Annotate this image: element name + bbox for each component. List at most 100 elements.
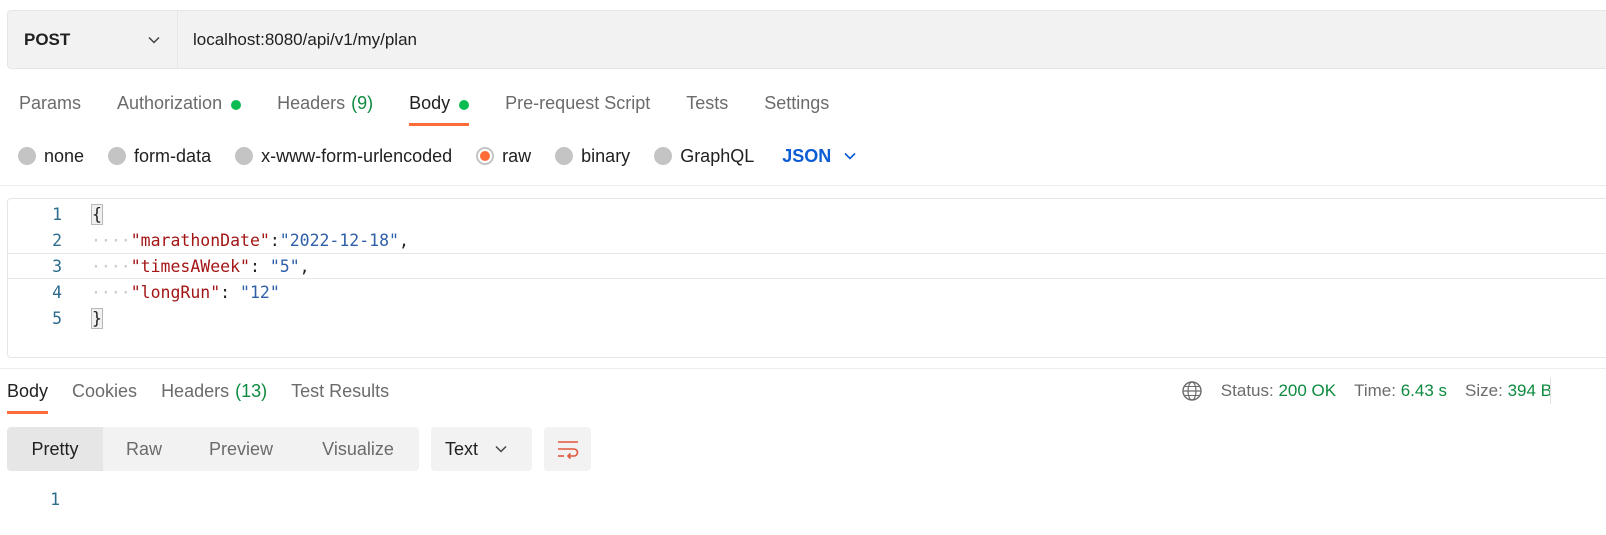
tab-label: Cookies [72, 381, 138, 401]
radio-x-www-form-urlencoded[interactable]: x-www-form-urlencoded [235, 146, 452, 167]
button-label: Preview [208, 438, 274, 459]
status-value: 200 OK [1278, 381, 1337, 400]
divider [0, 185, 1606, 186]
radio-label: GraphQL [680, 145, 755, 166]
line-number: 5 [52, 308, 62, 328]
request-body-editor[interactable]: 1 { 2 ····"marathonDate":"2022-12-18", 3… [7, 198, 1606, 358]
view-preview-button[interactable]: Preview [185, 427, 297, 471]
json-key: "longRun" [130, 282, 221, 302]
button-label: Raw [125, 438, 162, 459]
radio-raw[interactable]: raw [476, 146, 531, 167]
radio-binary[interactable]: binary [555, 146, 630, 167]
tab-label: Test Results [291, 381, 390, 401]
radio-checked-icon [476, 147, 495, 165]
line-number: 3 [52, 256, 62, 276]
tab-headers[interactable]: Headers (9) [277, 86, 373, 126]
radio-label: raw [502, 145, 532, 166]
editor-line-active: 3 ····"timesAWeek": "5", [8, 253, 1606, 279]
tab-label: Pre-request Script [505, 93, 651, 113]
view-raw-button[interactable]: Raw [103, 427, 185, 471]
status-dot-icon [459, 100, 470, 110]
tab-label: Headers [277, 93, 346, 113]
method-select[interactable]: POST [8, 11, 178, 68]
divider [1550, 378, 1551, 404]
headers-count: (13) [235, 381, 268, 401]
indent-marker: ···· [91, 256, 131, 276]
json-comma: , [398, 230, 409, 250]
radio-label: binary [581, 145, 631, 166]
method-label: POST [24, 29, 71, 49]
url-input[interactable]: localhost:8080/api/v1/my/plan [178, 11, 1606, 68]
radio-icon [555, 147, 574, 165]
format-label: Text [445, 438, 479, 459]
tab-params[interactable]: Params [19, 86, 81, 126]
tab-tests[interactable]: Tests [686, 86, 728, 126]
indent-marker: ···· [91, 282, 131, 302]
tab-test-results[interactable]: Test Results [291, 374, 389, 414]
radio-icon [18, 147, 36, 165]
radio-label: none [44, 145, 85, 166]
response-status: Status: 200 OK Time: 6.43 s Size: 394 B [1181, 378, 1552, 404]
view-visualize-button[interactable]: Visualize [297, 427, 419, 471]
request-url-bar: POST localhost:8080/api/v1/my/plan [7, 10, 1606, 69]
json-value: "5" [269, 256, 300, 276]
request-tabs: Params Authorization Headers (9) Body Pre… [19, 86, 865, 126]
radio-icon [654, 147, 673, 165]
radio-form-data[interactable]: form-data [108, 146, 211, 167]
tab-settings[interactable]: Settings [764, 86, 829, 126]
line-number: 2 [52, 230, 62, 250]
editor-line: 2 ····"marathonDate":"2022-12-18", [8, 227, 1606, 253]
response-tabs: Body Cookies Headers (13) Test Results [7, 374, 413, 414]
tab-pre-request-script[interactable]: Pre-request Script [505, 86, 650, 126]
json-key: "timesAWeek" [130, 256, 250, 276]
json-value: "2022-12-18" [279, 230, 399, 250]
tab-response-body[interactable]: Body [7, 374, 49, 414]
format-select[interactable]: Text [431, 427, 532, 471]
response-size: Size: 394 B [1465, 381, 1552, 401]
line-number: 1 [52, 204, 62, 224]
size-value: 394 B [1507, 381, 1552, 400]
json-sep: : [220, 282, 241, 302]
json-value: "12" [240, 282, 280, 302]
tab-authorization[interactable]: Authorization [117, 86, 242, 126]
time-label: Time: [1354, 381, 1396, 400]
tab-label: Body [7, 381, 49, 401]
response-time: Time: 6.43 s [1354, 381, 1447, 401]
view-mode-selector: Pretty Raw Preview Visualize [7, 427, 419, 471]
body-type-selector: none form-data x-www-form-urlencoded raw… [18, 144, 857, 168]
response-line-number: 1 [50, 490, 60, 509]
close-brace: } [91, 307, 103, 329]
tab-label: Headers [161, 381, 230, 401]
tab-response-headers[interactable]: Headers (13) [161, 374, 267, 414]
headers-count: (9) [351, 93, 374, 113]
line-number: 4 [52, 282, 62, 302]
json-key: "marathonDate" [130, 230, 270, 250]
radio-label: x-www-form-urlencoded [261, 145, 453, 166]
size-label: Size: [1465, 381, 1503, 400]
chevron-down-icon [495, 445, 507, 453]
tab-label: Params [19, 93, 82, 113]
tab-cookies[interactable]: Cookies [72, 374, 137, 414]
language-select[interactable]: JSON [782, 146, 857, 167]
wrap-lines-button[interactable] [544, 427, 591, 471]
language-label: JSON [782, 145, 832, 166]
status-dot-icon [231, 100, 242, 110]
tab-label: Tests [686, 93, 729, 113]
status-code: Status: 200 OK [1221, 381, 1336, 401]
button-label: Pretty [31, 438, 79, 459]
chevron-down-icon [148, 36, 160, 44]
editor-line: 4 ····"longRun": "12" [8, 279, 1606, 305]
radio-none[interactable]: none [18, 146, 84, 167]
radio-icon [235, 147, 254, 165]
globe-icon[interactable] [1181, 380, 1203, 402]
wrap-lines-icon [557, 441, 578, 460]
radio-icon [108, 147, 127, 165]
editor-line: 5 } [8, 305, 1606, 331]
status-label: Status: [1220, 381, 1274, 400]
radio-graphql[interactable]: GraphQL [654, 146, 754, 167]
tab-label: Authorization [117, 93, 223, 113]
button-label: Visualize [322, 438, 394, 459]
tab-body[interactable]: Body [409, 86, 470, 126]
json-sep: : [269, 230, 280, 250]
view-pretty-button[interactable]: Pretty [7, 427, 103, 471]
